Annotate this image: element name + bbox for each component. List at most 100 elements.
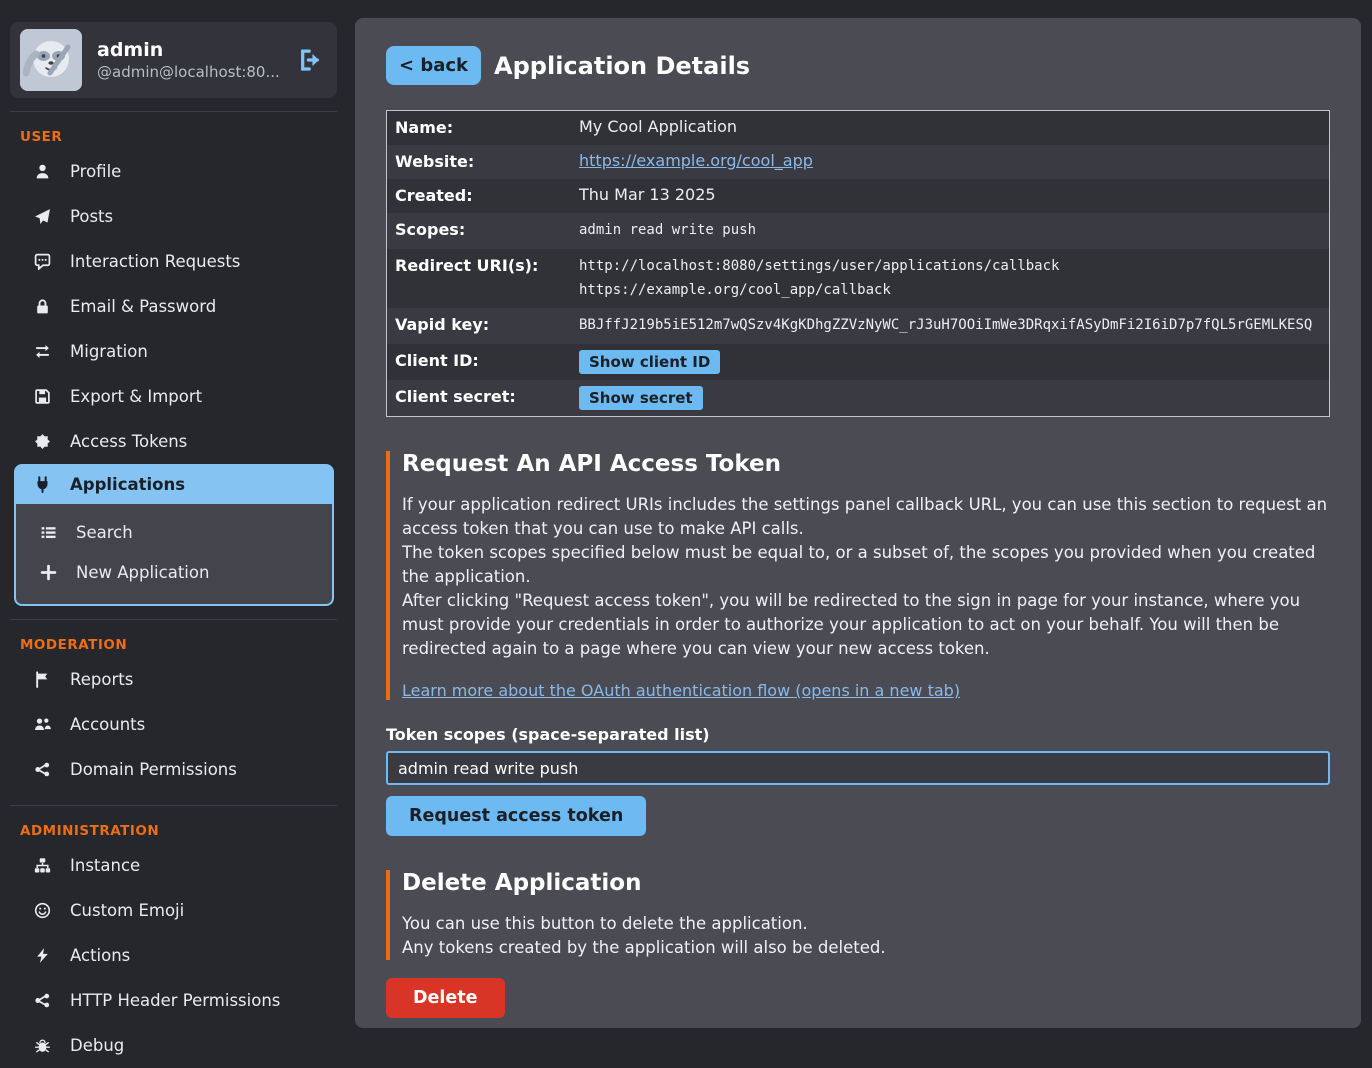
avatar — [20, 29, 82, 91]
plus-icon — [40, 564, 57, 581]
sidebar-item-label: Export & Import — [70, 387, 202, 406]
table-row-scopes: Scopes: admin read write push — [387, 213, 1329, 249]
sidebar-item-profile[interactable]: Profile — [0, 149, 345, 194]
plug-icon — [34, 476, 51, 493]
sidebar-item-reports[interactable]: Reports — [0, 657, 345, 702]
redirect-uri-value: https://example.org/cool_app/callback — [579, 279, 1321, 303]
main-panel: < back Application Details Name: My Cool… — [355, 18, 1361, 1028]
sidebar: admin @admin@localhost:80... USER Profil… — [0, 0, 345, 1041]
back-button[interactable]: < back — [386, 46, 481, 85]
show-secret-button[interactable]: Show secret — [579, 386, 703, 410]
website-link[interactable]: https://example.org/cool_app — [579, 151, 813, 170]
sidebar-item-export-import[interactable]: Export & Import — [0, 374, 345, 419]
section-paragraph: If your application redirect URIs includ… — [402, 493, 1330, 541]
delete-button[interactable]: Delete — [386, 978, 505, 1018]
section-paragraph: The token scopes specified below must be… — [402, 541, 1330, 589]
certificate-icon — [34, 433, 51, 450]
flag-icon — [34, 671, 51, 688]
sidebar-item-domain-permissions[interactable]: Domain Permissions — [0, 747, 345, 792]
sidebar-item-search[interactable]: Search — [16, 512, 332, 552]
application-details-table: Name: My Cool Application Website: https… — [386, 110, 1330, 417]
sidebar-item-label: Profile — [70, 162, 121, 181]
sidebar-item-instance[interactable]: Instance — [0, 843, 345, 888]
username: @admin@localhost:80... — [97, 63, 297, 81]
sidebar-item-accounts[interactable]: Accounts — [0, 702, 345, 747]
sidebar-item-label: Instance — [70, 856, 140, 875]
applications-nav-group: Applications Search New Application — [14, 464, 334, 606]
vapid-key-value: BBJffJ219b5iE512m7wQSzv4KgKDhgZZVzNyWC_r… — [579, 314, 1321, 338]
applications-submenu: Search New Application — [14, 504, 334, 606]
table-row-website: Website: https://example.org/cool_app — [387, 145, 1329, 179]
sidebar-item-label: Reports — [70, 670, 133, 689]
table-row-created: Created: Thu Mar 13 2025 — [387, 179, 1329, 213]
section-paragraph: Any tokens created by the application wi… — [402, 936, 1330, 960]
table-row-vapid-key: Vapid key: BBJffJ219b5iE512m7wQSzv4KgKDh… — [387, 308, 1329, 344]
oauth-docs-link[interactable]: Learn more about the OAuth authenticatio… — [402, 681, 960, 700]
token-scopes-label: Token scopes (space-separated list) — [386, 725, 1330, 744]
smile-icon — [34, 902, 51, 919]
sloth-avatar-image — [20, 29, 82, 91]
row-label: Client secret: — [395, 386, 579, 406]
table-row-redirect-uris: Redirect URI(s): http://localhost:8080/s… — [387, 249, 1329, 309]
sitemap-icon — [34, 857, 51, 874]
bolt-icon — [34, 947, 51, 964]
comment-dots-icon — [34, 253, 51, 270]
exchange-arrows-icon — [34, 343, 51, 360]
sidebar-item-label: Applications — [70, 475, 185, 494]
sidebar-item-debug[interactable]: Debug — [0, 1023, 345, 1068]
scopes-value: admin read write push — [579, 219, 1321, 243]
bug-icon — [34, 1037, 51, 1054]
sign-out-icon[interactable] — [297, 47, 323, 73]
user-icon — [34, 163, 51, 180]
row-label: Created: — [395, 185, 579, 205]
sidebar-item-label: Email & Password — [70, 297, 216, 316]
sidebar-item-access-tokens[interactable]: Access Tokens — [0, 419, 345, 464]
sidebar-item-http-header-permissions[interactable]: HTTP Header Permissions — [0, 978, 345, 1023]
table-row-client-secret: Client secret: Show secret — [387, 380, 1329, 416]
sidebar-item-label: Accounts — [70, 715, 145, 734]
show-client-id-button[interactable]: Show client ID — [579, 350, 720, 374]
sidebar-item-posts[interactable]: Posts — [0, 194, 345, 239]
sidebar-heading-moderation: MODERATION — [20, 637, 345, 653]
redirect-uri-value: http://localhost:8080/settings/user/appl… — [579, 255, 1321, 279]
sidebar-item-label: New Application — [76, 563, 209, 582]
row-label: Scopes: — [395, 219, 579, 239]
created-value: Thu Mar 13 2025 — [579, 185, 1321, 204]
sidebar-item-label: Custom Emoji — [70, 901, 184, 920]
sidebar-item-label: HTTP Header Permissions — [70, 991, 280, 1010]
sidebar-item-interaction-requests[interactable]: Interaction Requests — [0, 239, 345, 284]
user-card: admin @admin@localhost:80... — [10, 22, 337, 98]
sidebar-item-migration[interactable]: Migration — [0, 329, 345, 374]
sidebar-item-custom-emoji[interactable]: Custom Emoji — [0, 888, 345, 933]
section-paragraph: After clicking "Request access token", y… — [402, 589, 1330, 661]
sidebar-item-actions[interactable]: Actions — [0, 933, 345, 978]
request-token-section: Request An API Access Token If your appl… — [386, 451, 1330, 700]
page-title: Application Details — [494, 52, 750, 80]
divider — [10, 619, 337, 620]
sidebar-item-label: Migration — [70, 342, 148, 361]
sidebar-item-email-password[interactable]: Email & Password — [0, 284, 345, 329]
table-row-client-id: Client ID: Show client ID — [387, 344, 1329, 380]
row-label: Vapid key: — [395, 314, 579, 334]
floppy-disk-icon — [34, 388, 51, 405]
sidebar-item-new-application[interactable]: New Application — [16, 552, 332, 592]
divider — [10, 111, 337, 112]
row-label: Redirect URI(s): — [395, 255, 579, 275]
sidebar-item-label: Actions — [70, 946, 130, 965]
lock-icon — [34, 298, 51, 315]
sidebar-item-label: Search — [76, 523, 133, 542]
table-row-name: Name: My Cool Application — [387, 111, 1329, 145]
request-access-token-button[interactable]: Request access token — [386, 796, 646, 836]
share-nodes-icon — [34, 992, 51, 1009]
divider — [10, 805, 337, 806]
row-label: Client ID: — [395, 350, 579, 370]
user-names: admin @admin@localhost:80... — [97, 39, 297, 81]
paper-plane-icon — [34, 208, 51, 225]
sidebar-item-applications[interactable]: Applications — [14, 464, 334, 504]
section-title: Delete Application — [402, 870, 1330, 896]
section-title: Request An API Access Token — [402, 451, 1330, 477]
sidebar-item-label: Debug — [70, 1036, 124, 1055]
token-scopes-input[interactable] — [386, 751, 1330, 785]
sidebar-item-label: Interaction Requests — [70, 252, 240, 271]
page-header: < back Application Details — [386, 46, 1330, 85]
